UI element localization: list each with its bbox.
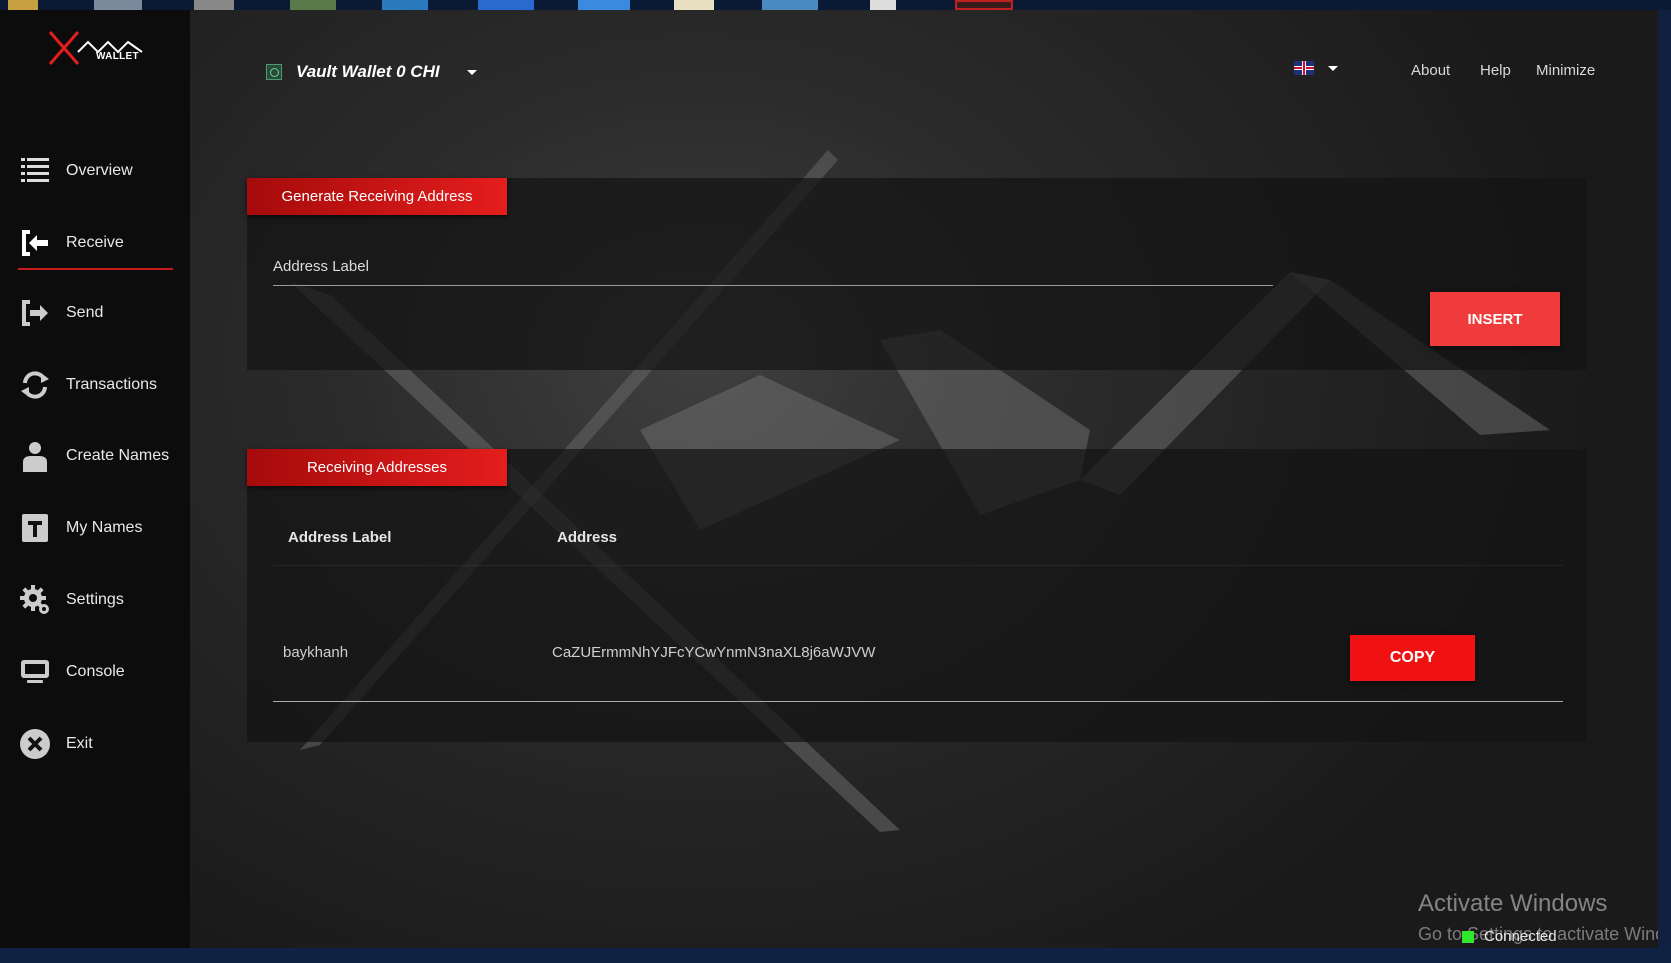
- status-text: Connected: [1484, 928, 1557, 945]
- sidebar-item-label: Console: [66, 663, 125, 680]
- help-link[interactable]: Help: [1480, 62, 1511, 79]
- sidebar: WALLET Overview Receive Send Transaction: [0, 10, 190, 948]
- sidebar-item-create-names[interactable]: Create Names: [0, 426, 190, 486]
- sidebar-item-label: Exit: [66, 735, 93, 752]
- monitor-icon: [19, 656, 51, 688]
- user-icon: [19, 440, 51, 472]
- desktop-bottom-band: [0, 948, 1671, 963]
- row-address-label: baykhanh: [283, 644, 349, 661]
- sidebar-item-my-names[interactable]: My Names: [0, 498, 190, 558]
- connection-status: Connected: [1462, 928, 1557, 945]
- insert-button[interactable]: INSERT: [1430, 292, 1560, 346]
- sidebar-item-transactions[interactable]: Transactions: [0, 355, 190, 415]
- sidebar-item-label: My Names: [66, 519, 143, 536]
- column-header-address: Address: [557, 529, 618, 546]
- generate-address-panel: Generate Receiving Address INSERT: [247, 178, 1587, 370]
- logo-wordmark: WALLET: [96, 51, 139, 62]
- sidebar-item-label: Receive: [66, 234, 124, 251]
- wallet-name: Vault Wallet 0 CHI: [296, 62, 440, 81]
- receive-icon: [19, 227, 51, 259]
- row-divider: [273, 701, 1563, 702]
- receiving-addresses-title: Receiving Addresses: [247, 449, 507, 486]
- window-edge: [1658, 10, 1671, 948]
- names-icon: [19, 512, 51, 544]
- sidebar-item-label: Overview: [66, 162, 133, 179]
- sidebar-item-send[interactable]: Send: [0, 283, 190, 343]
- sync-icon: [19, 369, 51, 401]
- minimize-link[interactable]: Minimize: [1536, 62, 1595, 79]
- about-link[interactable]: About: [1411, 62, 1450, 79]
- gear-icon: [19, 584, 51, 616]
- sidebar-item-console[interactable]: Console: [0, 642, 190, 702]
- copy-button[interactable]: COPY: [1350, 635, 1475, 681]
- sidebar-item-exit[interactable]: Exit: [0, 714, 190, 774]
- wallet-icon: [266, 64, 282, 80]
- active-item-underline: [18, 268, 173, 270]
- status-indicator-icon: [1462, 930, 1474, 943]
- wallet-selector[interactable]: Vault Wallet 0 CHI: [266, 50, 477, 94]
- sidebar-item-label: Settings: [66, 591, 124, 608]
- chevron-down-icon: [466, 69, 477, 75]
- chevron-down-icon: [1328, 65, 1338, 71]
- sidebar-item-label: Create Names: [66, 447, 170, 464]
- list-icon: [19, 155, 51, 187]
- receiving-addresses-panel: Receiving Addresses Address Label Addres…: [247, 449, 1587, 742]
- generate-address-title: Generate Receiving Address: [247, 178, 507, 215]
- sidebar-item-overview[interactable]: Overview: [0, 141, 190, 201]
- xaya-logo: [48, 31, 143, 65]
- column-header-address-label: Address Label: [288, 529, 392, 546]
- windows-activation-watermark-title: Activate Windows: [1418, 890, 1608, 917]
- wallet-app-window: WALLET Overview Receive Send Transaction: [0, 10, 1671, 948]
- desktop-taskbar-strip: [0, 0, 1671, 10]
- close-icon: [19, 728, 51, 760]
- send-icon: [19, 297, 51, 329]
- row-address: CaZUErmmNhYJFcYCwYnmN3naXL8j6aWJVW: [552, 644, 876, 661]
- sidebar-item-receive[interactable]: Receive: [0, 213, 190, 273]
- sidebar-item-label: Transactions: [66, 376, 157, 393]
- sidebar-item-settings[interactable]: Settings: [0, 570, 190, 630]
- uk-flag-icon: [1294, 61, 1314, 75]
- address-label-input[interactable]: [273, 248, 1273, 286]
- sidebar-item-label: Send: [66, 304, 104, 321]
- header-divider: [273, 565, 1563, 566]
- language-selector[interactable]: [1294, 61, 1338, 75]
